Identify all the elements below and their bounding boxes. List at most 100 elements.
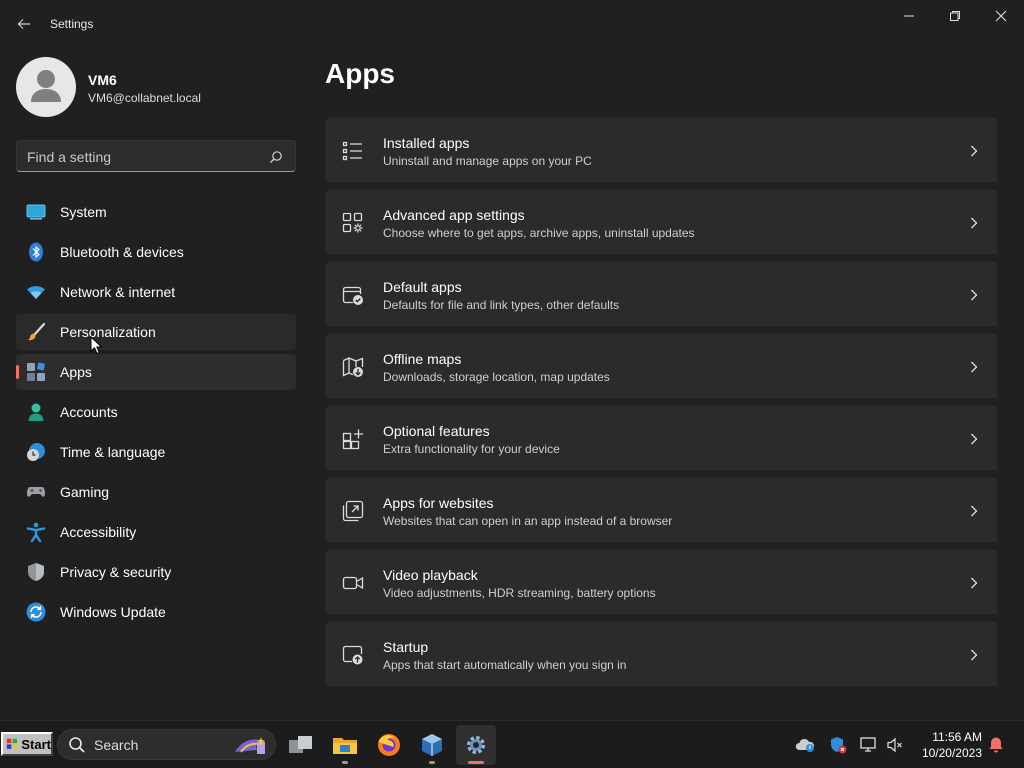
sidebar-item-windows-update[interactable]: Windows Update xyxy=(16,594,296,630)
windows-logo-icon xyxy=(6,738,18,749)
sidebar-item-privacy-security[interactable]: Privacy & security xyxy=(16,554,296,590)
shield-icon xyxy=(28,563,44,581)
search-highlight-icon xyxy=(235,737,265,754)
clock-globe-icon xyxy=(27,443,45,461)
card-advanced-app-settings[interactable]: Advanced app settings Choose where to ge… xyxy=(325,189,998,255)
tray-network[interactable] xyxy=(858,734,880,756)
update-sync-icon xyxy=(26,602,46,622)
default-apps-icon xyxy=(342,286,363,305)
wifi-icon xyxy=(27,286,45,299)
sidebar-item-label: Network & internet xyxy=(60,284,176,300)
card-title: Default apps xyxy=(383,279,462,295)
sidebar-item-label: Apps xyxy=(60,364,92,380)
sidebar-item-accessibility[interactable]: Accessibility xyxy=(16,514,296,550)
notification-center-button[interactable] xyxy=(985,734,1007,756)
card-title: Advanced app settings xyxy=(383,207,525,223)
find-setting-search-input[interactable]: Find a setting xyxy=(16,140,296,172)
sidebar-item-label: Bluetooth & devices xyxy=(60,244,184,260)
chevron-right-icon xyxy=(971,145,978,157)
clock-time[interactable]: 11:56 AM xyxy=(918,730,982,744)
sidebar-item-accounts[interactable]: Accounts xyxy=(16,394,296,430)
sidebar-item-label: Windows Update xyxy=(60,604,166,620)
card-video-playback[interactable]: Video playback Video adjustments, HDR st… xyxy=(325,549,998,615)
sidebar-item-personalization[interactable]: Personalization xyxy=(16,314,296,350)
card-subtitle: Extra functionality for your device xyxy=(383,442,560,456)
apps-icon xyxy=(27,362,45,381)
taskbar-task-view[interactable] xyxy=(281,725,321,765)
tray-volume[interactable] xyxy=(884,734,906,756)
minimize-button[interactable] xyxy=(886,0,932,32)
user-email: VM6@collabnet.local xyxy=(88,91,201,105)
back-arrow-icon xyxy=(17,19,30,29)
card-subtitle: Websites that can open in an app instead… xyxy=(383,514,673,528)
firefox-icon xyxy=(378,734,400,756)
avatar[interactable] xyxy=(16,57,76,117)
chevron-right-icon xyxy=(971,361,978,373)
sidebar-item-network[interactable]: Network & internet xyxy=(16,274,296,310)
accessibility-icon xyxy=(26,522,46,542)
sidebar-item-label: Personalization xyxy=(60,324,156,340)
notification-bell-icon xyxy=(989,737,1003,753)
sidebar-item-gaming[interactable]: Gaming xyxy=(16,474,296,510)
startup-icon xyxy=(342,645,363,665)
sidebar-item-label: Accounts xyxy=(60,404,118,420)
mouse-cursor-icon xyxy=(90,336,102,355)
close-icon xyxy=(995,10,1007,22)
taskbar-virtualbox[interactable] xyxy=(412,725,452,765)
restore-button[interactable] xyxy=(932,0,978,32)
bluetooth-icon xyxy=(29,242,43,262)
page-title: Apps xyxy=(325,58,395,89)
virtualbox-icon xyxy=(422,734,442,756)
sidebar-item-label: System xyxy=(60,204,107,220)
clock-date[interactable]: 10/20/2023 xyxy=(918,746,982,760)
card-subtitle: Defaults for file and link types, other … xyxy=(383,298,620,312)
installed-apps-list-icon xyxy=(342,141,362,161)
taskbar: Start Search 11:56 AM 10/20/2023 xyxy=(0,720,1024,768)
close-button[interactable] xyxy=(978,0,1024,32)
advanced-app-settings-icon xyxy=(342,212,363,233)
card-default-apps[interactable]: Default apps Defaults for file and link … xyxy=(325,261,998,327)
card-title: Installed apps xyxy=(383,135,470,151)
card-subtitle: Apps that start automatically when you s… xyxy=(383,658,627,672)
paintbrush-icon xyxy=(27,322,46,341)
tray-defender[interactable] xyxy=(827,734,849,756)
chevron-right-icon xyxy=(971,577,978,589)
card-apps-for-websites[interactable]: Apps for websites Websites that can open… xyxy=(325,477,998,543)
card-title: Startup xyxy=(383,639,429,655)
taskbar-search-box[interactable]: Search xyxy=(57,729,276,760)
card-optional-features[interactable]: Optional features Extra functionality fo… xyxy=(325,405,998,471)
sidebar-item-label: Accessibility xyxy=(60,524,137,540)
chevron-right-icon xyxy=(971,649,978,661)
sidebar-item-system[interactable]: System xyxy=(16,194,296,230)
tray-onedrive[interactable] xyxy=(794,734,816,756)
search-icon xyxy=(270,151,282,163)
active-indicator xyxy=(16,365,19,379)
title-bar: Settings xyxy=(0,0,1024,48)
sidebar-item-label: Time & language xyxy=(60,444,166,460)
sidebar-item-time-language[interactable]: Time & language xyxy=(16,434,296,470)
card-offline-maps[interactable]: Offline maps Downloads, storage location… xyxy=(325,333,998,399)
back-button[interactable] xyxy=(10,10,38,38)
user-avatar-icon xyxy=(31,70,61,102)
sidebar-item-apps[interactable]: Apps xyxy=(16,354,296,390)
card-startup[interactable]: Startup Apps that start automatically wh… xyxy=(325,621,998,687)
taskbar-file-explorer[interactable] xyxy=(325,725,365,765)
start-button[interactable]: Start xyxy=(1,732,53,756)
apps-for-websites-icon xyxy=(342,500,364,522)
user-name: VM6 xyxy=(88,72,117,88)
task-view-icon xyxy=(289,736,312,753)
chevron-right-icon xyxy=(971,505,978,517)
taskbar-firefox[interactable] xyxy=(369,725,409,765)
taskbar-settings[interactable] xyxy=(456,725,496,765)
running-indicator xyxy=(429,761,435,764)
video-camera-icon xyxy=(342,576,364,590)
minimize-icon xyxy=(904,15,914,17)
restore-icon xyxy=(950,11,960,21)
card-title: Optional features xyxy=(383,423,490,439)
card-installed-apps[interactable]: Installed apps Uninstall and manage apps… xyxy=(325,117,998,183)
sidebar-item-bluetooth[interactable]: Bluetooth & devices xyxy=(16,234,296,270)
search-placeholder: Find a setting xyxy=(27,149,112,165)
sidebar-nav: System Bluetooth & devices Network & int… xyxy=(16,194,296,634)
chevron-right-icon xyxy=(971,433,978,445)
accounts-person-icon xyxy=(28,403,44,421)
